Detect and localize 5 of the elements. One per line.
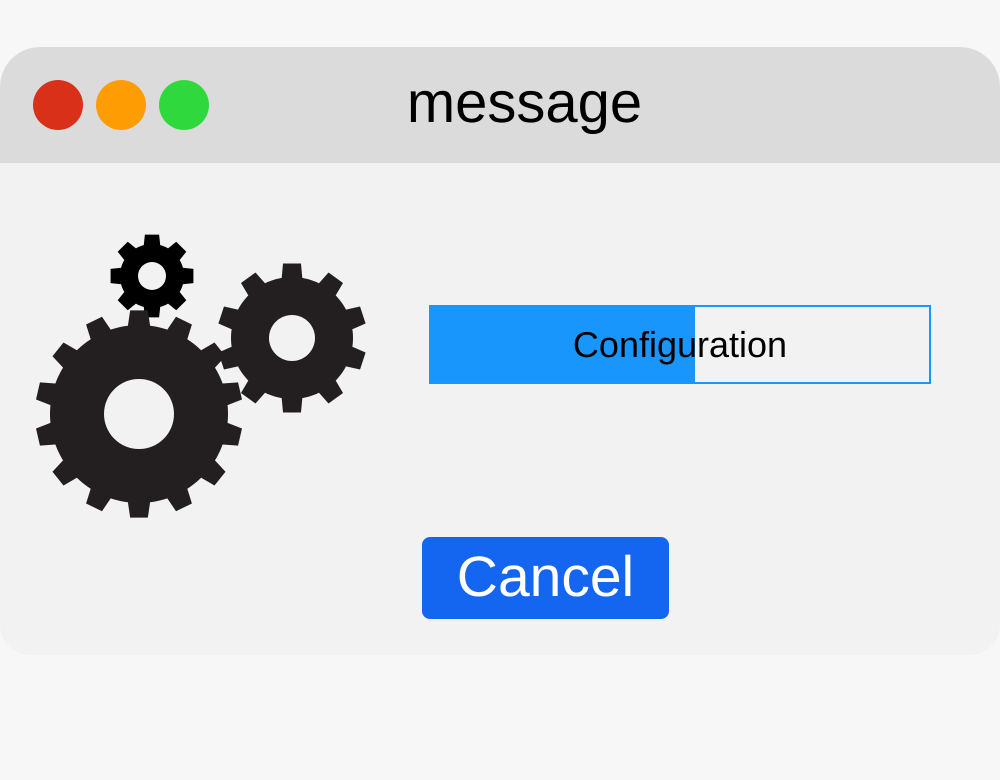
gear-icon bbox=[218, 264, 366, 412]
window-title: message bbox=[406, 74, 642, 136]
window-control-icon[interactable] bbox=[33, 80, 83, 130]
cancel-button[interactable]: Cancel bbox=[422, 537, 669, 619]
window-control-icon[interactable] bbox=[96, 80, 146, 130]
